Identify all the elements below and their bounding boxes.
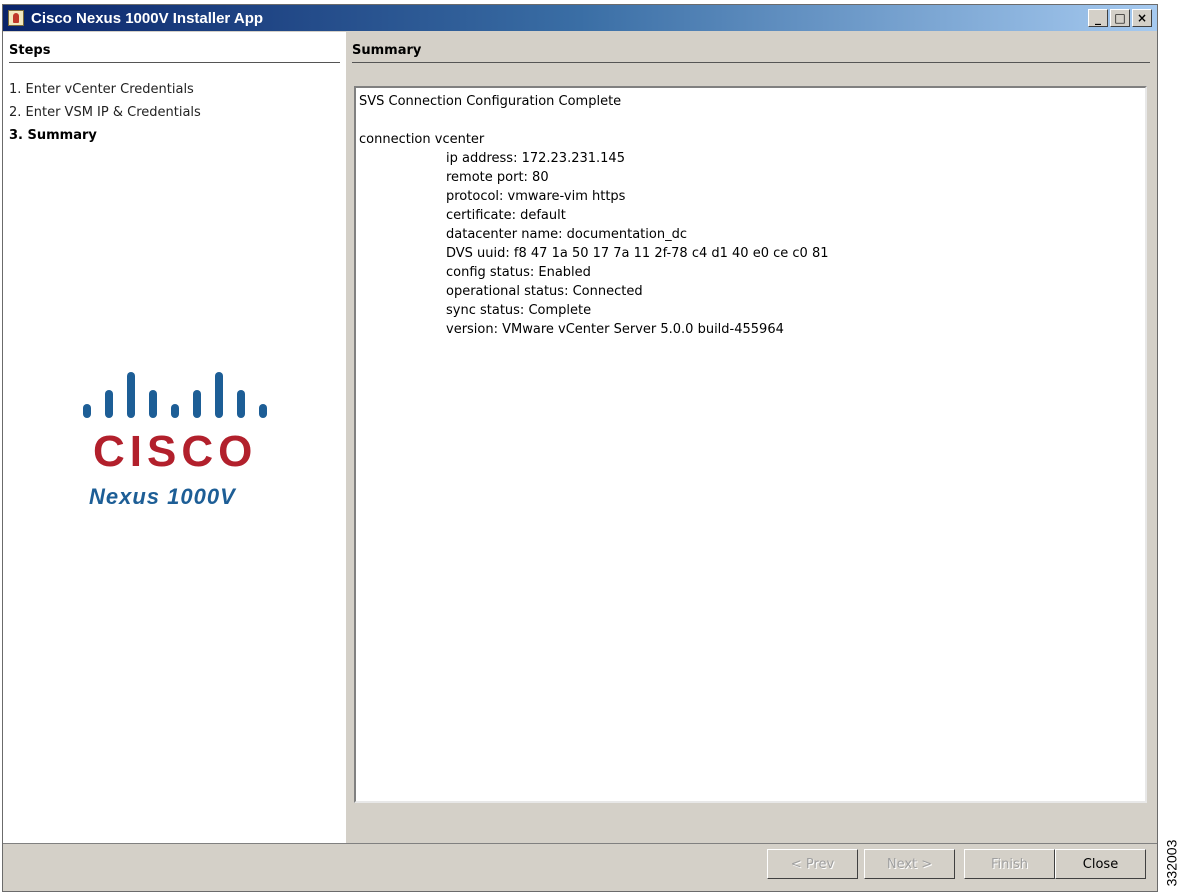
installer-window: Cisco Nexus 1000V Installer App _ □ × St…: [2, 4, 1158, 892]
figure-number: 332003: [1160, 834, 1182, 892]
detail-version: version: VMware vCenter Server 5.0.0 bui…: [446, 322, 784, 337]
summary-text-area[interactable]: SVS Connection Configuration Complete co…: [354, 86, 1147, 803]
product-name: Nexus 1000V: [89, 484, 236, 509]
detail-operational-status: operational status: Connected: [446, 284, 643, 299]
detail-certificate: certificate: default: [446, 208, 566, 223]
minimize-icon: _: [1095, 11, 1101, 25]
cisco-nexus-logo: CISCO Nexus 1000V: [75, 368, 285, 518]
detail-ip-address: ip address: 172.23.231.145: [446, 151, 625, 166]
maximize-button[interactable]: □: [1110, 9, 1130, 27]
figure-number-text: 332003: [1163, 839, 1179, 887]
cisco-wordmark: CISCO: [93, 427, 258, 476]
summary-panel: Summary SVS Connection Configuration Com…: [346, 32, 1157, 843]
summary-header: Summary: [352, 40, 1150, 63]
detail-dvs-uuid: DVS uuid: f8 47 1a 50 17 7a 11 2f-78 c4 …: [446, 246, 829, 261]
close-window-button[interactable]: ×: [1132, 9, 1152, 27]
window-title: Cisco Nexus 1000V Installer App: [31, 9, 264, 27]
detail-protocol: protocol: vmware-vim https: [446, 189, 626, 204]
next-button[interactable]: Next >: [864, 849, 955, 879]
maximize-icon: □: [1114, 11, 1126, 25]
step-enter-vcenter-credentials: 1. Enter vCenter Credentials: [9, 82, 194, 97]
detail-remote-port: remote port: 80: [446, 170, 549, 185]
connection-line: connection vcenter: [359, 132, 485, 147]
minimize-button[interactable]: _: [1088, 9, 1108, 27]
prev-button[interactable]: < Prev: [767, 849, 858, 879]
step-enter-vsm-ip-credentials: 2. Enter VSM IP & Credentials: [9, 105, 201, 120]
steps-panel: Steps 1. Enter vCenter Credentials 2. En…: [3, 32, 346, 843]
button-bar: < Prev Next > Finish Close: [3, 843, 1157, 891]
title-bar[interactable]: Cisco Nexus 1000V Installer App _ □ ×: [3, 5, 1157, 31]
detail-config-status: config status: Enabled: [446, 265, 591, 280]
status-line: SVS Connection Configuration Complete: [359, 94, 622, 109]
step-summary: 3. Summary: [9, 128, 97, 143]
steps-list: 1. Enter vCenter Credentials 2. Enter VS…: [9, 78, 201, 147]
steps-header: Steps: [9, 40, 340, 63]
finish-button[interactable]: Finish: [964, 849, 1055, 879]
close-button[interactable]: Close: [1055, 849, 1146, 879]
cisco-bridge-bars-icon: [83, 368, 273, 418]
detail-sync-status: sync status: Complete: [446, 303, 592, 318]
java-app-icon: [8, 10, 24, 26]
close-icon: ×: [1136, 11, 1148, 25]
window-controls: _ □ ×: [1088, 9, 1152, 27]
detail-datacenter-name: datacenter name: documentation_dc: [446, 227, 687, 242]
